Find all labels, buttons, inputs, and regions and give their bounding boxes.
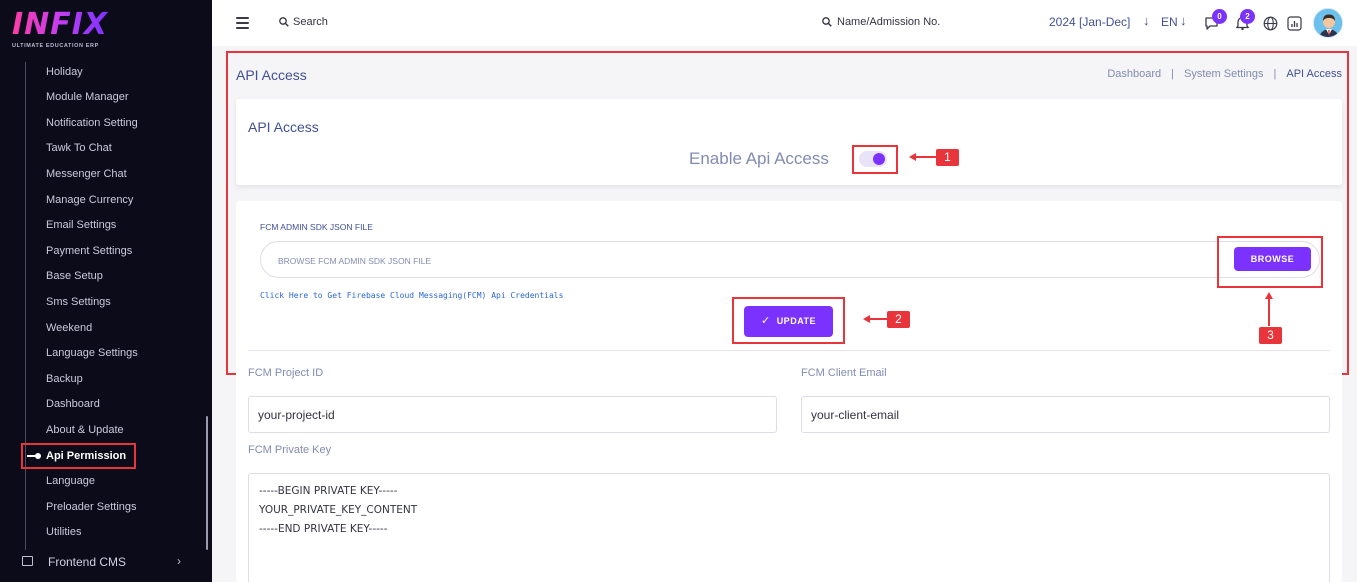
api-access-card: API Access Enable Api Access: [236, 99, 1342, 185]
arrow-down-icon: ↓: [1143, 13, 1150, 28]
avatar-icon: [1314, 9, 1342, 37]
sidebar-item-frontend-cms[interactable]: Frontend CMS ›: [20, 553, 210, 571]
client-email-label: FCM Client Email: [801, 367, 887, 379]
monitor-icon: [22, 556, 33, 566]
file-input-placeholder: BROWSE FCM ADMIN SDK JSON FILE: [278, 256, 432, 266]
sidebar: INFIX ULTIMATE EDUCATION ERP Holiday Mod…: [0, 0, 212, 582]
page-title: API Access: [236, 67, 307, 83]
sidebar-item-dashboard[interactable]: Dashboard: [46, 398, 100, 410]
active-item-highlight: [21, 443, 136, 469]
fcm-file-label: FCM ADMIN SDK JSON FILE: [260, 222, 373, 232]
browse-highlight-box: [1217, 236, 1323, 288]
sidebar-item-sms-settings[interactable]: Sms Settings: [46, 296, 111, 308]
sidebar-item-preloader-settings[interactable]: Preloader Settings: [46, 501, 137, 513]
project-id-label: FCM Project ID: [248, 367, 324, 379]
annotation-marker-2: 2: [887, 311, 910, 328]
search-input[interactable]: Search: [293, 16, 328, 28]
sidebar-item-manage-currency[interactable]: Manage Currency: [46, 194, 133, 206]
private-key-textarea[interactable]: -----BEGIN PRIVATE KEY----- YOUR_PRIVATE…: [248, 473, 1330, 582]
logo-text: INFIX: [12, 7, 109, 42]
private-key-line: -----BEGIN PRIVATE KEY-----: [259, 485, 398, 497]
sidebar-item-notification-setting[interactable]: Notification Setting: [46, 117, 138, 129]
section-divider: [248, 350, 1330, 351]
session-selector[interactable]: 2024 [Jan-Dec]: [1049, 15, 1130, 29]
sidebar-item-email-settings[interactable]: Email Settings: [46, 219, 116, 231]
logo-tagline: ULTIMATE EDUCATION ERP: [12, 43, 99, 49]
analytics-icon[interactable]: [1287, 16, 1302, 31]
sidebar-item-language[interactable]: Language: [46, 475, 95, 487]
sidebar-item-tawk-to-chat[interactable]: Tawk To Chat: [46, 142, 112, 154]
breadcrumb-dashboard[interactable]: Dashboard: [1107, 68, 1161, 80]
api-access-card-title: API Access: [248, 119, 319, 135]
student-search-input[interactable]: Name/Admission No.: [837, 16, 940, 28]
annotation-arrow-1: [915, 156, 937, 158]
annotation-marker-1: 1: [936, 149, 959, 166]
fcm-settings-card: FCM ADMIN SDK JSON FILE BROWSE FCM ADMIN…: [236, 201, 1342, 582]
sidebar-item-holiday[interactable]: Holiday: [46, 66, 83, 78]
main-content: API Access Dashboard | System Settings | API…: [212, 46, 1357, 582]
update-highlight-box: [732, 297, 845, 344]
sidebar-item-language-settings[interactable]: Language Settings: [46, 347, 138, 359]
breadcrumb-system-settings[interactable]: System Settings: [1184, 68, 1263, 80]
breadcrumb-current: API Access: [1286, 68, 1342, 80]
enable-api-label: Enable Api Access: [689, 149, 829, 168]
sidebar-item-utilities[interactable]: Utilities: [46, 526, 81, 538]
sidebar-item-weekend[interactable]: Weekend: [46, 322, 92, 334]
annotation-arrow-3: [1268, 298, 1270, 326]
chevron-right-icon: ›: [177, 554, 181, 568]
menu-tree-line: [25, 62, 26, 550]
fcm-credentials-link[interactable]: Click Here to Get Firebase Cloud Messagi…: [260, 291, 563, 300]
menu-toggle-icon[interactable]: [236, 17, 249, 29]
private-key-line: -----END PRIVATE KEY-----: [259, 523, 388, 535]
private-key-line: YOUR_PRIVATE_KEY_CONTENT: [259, 504, 418, 516]
sidebar-item-about-update[interactable]: About & Update: [46, 424, 124, 436]
private-key-label: FCM Private Key: [248, 444, 332, 456]
breadcrumb: Dashboard | System Settings | API Access: [1107, 68, 1342, 80]
search-icon: [279, 17, 289, 27]
user-avatar[interactable]: [1313, 8, 1343, 38]
toggle-highlight-box: [852, 145, 898, 174]
language-selector[interactable]: EN: [1161, 15, 1178, 29]
arrow-down-icon: ↓: [1180, 13, 1187, 28]
top-header: Search Name/Admission No. 2024 [Jan-Dec]…: [212, 0, 1357, 46]
student-search-icon: [822, 17, 832, 27]
brand-logo[interactable]: INFIX ULTIMATE EDUCATION ERP: [12, 7, 109, 50]
sidebar-item-backup[interactable]: Backup: [46, 373, 83, 385]
sidebar-item-messenger-chat[interactable]: Messenger Chat: [46, 168, 127, 180]
fcm-json-file-input[interactable]: BROWSE FCM ADMIN SDK JSON FILE: [260, 241, 1320, 278]
chat-badge: 0: [1212, 9, 1227, 24]
sidebar-scrollbar[interactable]: [206, 416, 208, 550]
project-id-field[interactable]: your-project-id: [248, 396, 777, 433]
notification-badge: 2: [1240, 9, 1255, 24]
sidebar-item-module-manager[interactable]: Module Manager: [46, 91, 129, 103]
client-email-field[interactable]: your-client-email: [801, 396, 1330, 433]
annotation-marker-3: 3: [1259, 327, 1282, 344]
sidebar-item-label: Frontend CMS: [48, 555, 127, 569]
globe-icon[interactable]: [1263, 16, 1278, 31]
sidebar-item-payment-settings[interactable]: Payment Settings: [46, 245, 132, 257]
annotation-arrow-2: [869, 318, 889, 320]
sidebar-item-base-setup[interactable]: Base Setup: [46, 270, 103, 282]
